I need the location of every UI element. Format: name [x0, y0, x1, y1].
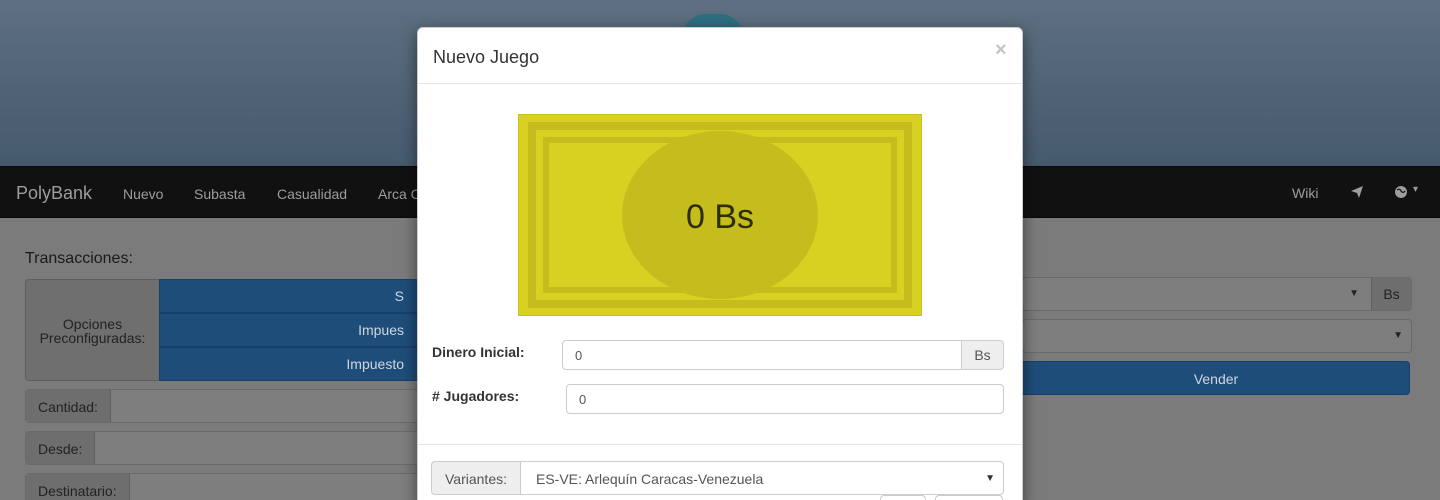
- players-input[interactable]: [566, 384, 1004, 414]
- nav-link-arca[interactable]: Arca C: [378, 186, 421, 202]
- caret-icon: ▼: [1349, 288, 1359, 299]
- modal-header: Nuevo Juego ×: [418, 28, 1022, 84]
- from-field[interactable]: Desde:: [25, 431, 420, 465]
- chevron-down-icon[interactable]: ▾: [1413, 184, 1418, 195]
- modal-divider: [418, 444, 1022, 445]
- amount-field[interactable]: Cantidad:: [25, 389, 420, 423]
- recipient-field[interactable]: Destinatario:: [25, 473, 420, 500]
- sell-button[interactable]: Vender: [1022, 361, 1410, 395]
- stub-button[interactable]: [935, 495, 1003, 500]
- nav-link-wiki[interactable]: Wiki: [1292, 185, 1318, 201]
- close-icon[interactable]: ×: [995, 40, 1007, 60]
- modal-title: Nuevo Juego: [433, 47, 540, 67]
- from-label: Desde:: [26, 432, 96, 464]
- new-game-modal: Nuevo Juego × 0 Bs Dinero Inicial: Bs # …: [417, 27, 1023, 500]
- currency-addon: Bs: [962, 340, 1004, 370]
- nav-link-casualidad[interactable]: Casualidad: [277, 186, 347, 202]
- bill-amount: 0 Bs: [685, 198, 755, 236]
- transactions-title: Transacciones:: [25, 250, 133, 267]
- chevron-down-icon: ▼: [985, 473, 995, 484]
- nav-link-subasta[interactable]: Subasta: [194, 186, 245, 202]
- players-label: # Jugadores:: [432, 388, 520, 404]
- variants-select[interactable]: ES-VE: Arlequín Caracas-Venezuela ▼: [520, 461, 1004, 495]
- presets-label: Opciones Preconfiguradas:: [25, 279, 160, 381]
- initial-money-input[interactable]: [562, 340, 962, 370]
- brand-link[interactable]: PolyBank: [16, 183, 92, 204]
- recipient-label: Destinatario:: [26, 474, 130, 500]
- nav-link-nuevo[interactable]: Nuevo: [123, 186, 163, 202]
- amount-label: Cantidad:: [26, 390, 111, 422]
- currency-addon: Bs: [1371, 278, 1411, 310]
- stub-button[interactable]: [880, 495, 926, 500]
- paper-plane-icon[interactable]: [1350, 185, 1364, 202]
- globe-icon[interactable]: [1394, 185, 1408, 202]
- banknote-image: 0 Bs: [517, 113, 923, 317]
- preset-button-2[interactable]: Impues: [159, 313, 419, 347]
- variants-label: Variantes:: [431, 461, 520, 495]
- preset-button-3[interactable]: Impuesto: [159, 347, 419, 381]
- second-select[interactable]: ▼: [1022, 319, 1412, 353]
- variants-selected: ES-VE: Arlequín Caracas-Venezuela: [536, 471, 764, 487]
- caret-icon: ▼: [1393, 330, 1403, 341]
- initial-money-label: Dinero Inicial:: [432, 344, 525, 360]
- preset-button-1[interactable]: S: [159, 279, 419, 313]
- property-select[interactable]: ▼ Bs: [1022, 277, 1412, 311]
